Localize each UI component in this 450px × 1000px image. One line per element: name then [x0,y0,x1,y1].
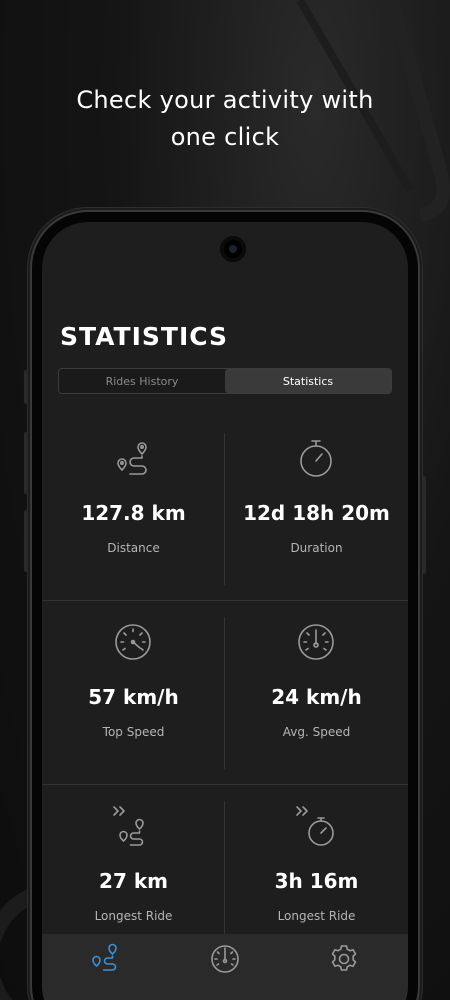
dashboard-nav-icon[interactable] [208,942,242,976]
page-title: STATISTICS [60,322,229,351]
front-camera [220,236,246,262]
stat-value: 27 km [99,869,168,893]
stat-label: Longest Ride [94,909,173,923]
route-pin-icon [117,442,147,475]
phone-volume-up [24,432,28,494]
stat-avg-speed: 24 km/h Avg. Speed [225,601,408,785]
stat-label: Duration [290,541,343,555]
stat-value: 24 km/h [271,685,362,709]
app-screen: STATISTICS Rides History Statistics 127.… [42,222,408,1000]
promo-page: Check your activity with one click STATI… [0,0,450,1000]
tab-statistics[interactable]: Statistics [225,369,391,393]
phone-volume-down [24,510,28,572]
stat-label: Avg. Speed [282,725,351,739]
fast-route-icon [113,806,144,846]
stat-label: Longest Ride [277,909,356,923]
stat-top-speed: 57 km/h Top Speed [42,601,225,785]
phone-power-button [422,476,426,574]
stat-label: Top Speed [102,725,165,739]
headline: Check your activity with one click [0,82,450,156]
route-nav-icon[interactable] [89,942,123,976]
speedometer-center-icon [298,624,334,660]
headline-line-1: Check your activity with [76,86,374,114]
stat-distance: 127.8 km Distance [42,417,225,601]
bottom-nav [42,934,408,1000]
phone-side-button [24,370,28,404]
stat-value: 12d 18h 20m [243,501,390,525]
fast-stopwatch-icon [296,806,334,846]
stat-label: Distance [107,541,160,555]
stopwatch-icon [300,440,332,477]
segmented-tabs: Rides History Statistics [58,368,392,394]
stat-value: 57 km/h [88,685,179,709]
stat-value: 3h 16m [274,869,359,893]
tab-rides-history[interactable]: Rides History [59,369,225,393]
settings-gear-icon[interactable] [327,942,361,976]
stat-value: 127.8 km [81,501,186,525]
stat-duration: 12d 18h 20m Duration [225,417,408,601]
speedometer-icon [115,624,151,660]
headline-line-2: one click [170,123,280,151]
tab-rides-history-label: Rides History [105,374,179,388]
phone-frame: STATISTICS Rides History Statistics 127.… [24,212,426,1000]
tab-statistics-label: Statistics [282,374,334,388]
